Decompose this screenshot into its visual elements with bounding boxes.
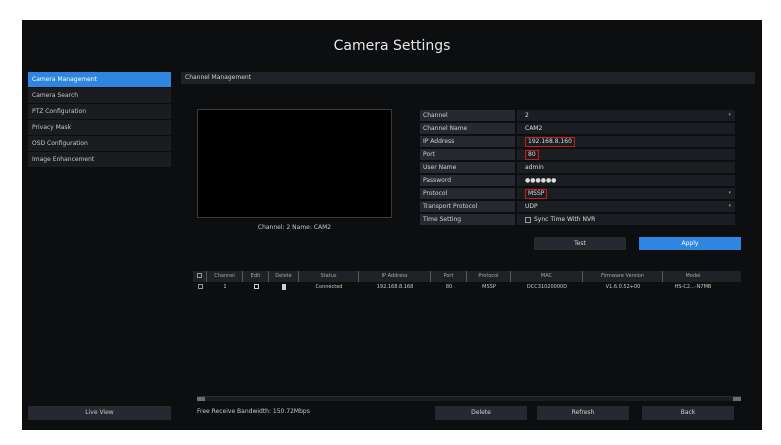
chevron-down-icon: ▾ [728, 112, 731, 118]
username-label: User Name [420, 162, 515, 173]
select-all-checkbox[interactable] [193, 271, 207, 282]
column-header-channel[interactable]: Channel [207, 271, 243, 282]
username-input[interactable]: admin [517, 162, 735, 173]
column-header-protocol[interactable]: Protocol [467, 271, 511, 282]
row-channel: 1 [223, 284, 227, 290]
refresh-button[interactable]: Refresh [537, 406, 629, 420]
column-header-firmware[interactable]: Firmware Version [583, 271, 663, 282]
form-row-protocol: Protocol MSSP ▾ [420, 188, 735, 199]
form-row-ip: IP Address 192.168.8.160 [420, 136, 735, 147]
transport-protocol-label: Transport Protocol [420, 201, 515, 212]
delete-button[interactable]: Delete [435, 406, 527, 420]
sidebar-item-image-enhancement[interactable]: Image Enhancement [28, 152, 171, 167]
row-firmware: V1.6.0.52+00 [605, 284, 641, 290]
column-header-ip-address[interactable]: IP Address [359, 271, 431, 282]
sidebar: Camera Management Camera Search PTZ Conf… [28, 72, 171, 168]
channel-settings-form: Channel 2 ▾ Channel Name CAM2 IP Address … [420, 110, 735, 227]
protocol-value: MSSP [525, 189, 548, 199]
checkbox-icon [197, 284, 203, 289]
back-button[interactable]: Back [642, 406, 734, 420]
trash-icon [282, 283, 286, 290]
row-delete-button[interactable] [269, 282, 299, 292]
row-edit-button[interactable] [243, 282, 269, 292]
channel-label: Channel [420, 110, 515, 121]
sidebar-item-camera-management[interactable]: Camera Management [28, 72, 171, 87]
form-row-transport: Transport Protocol UDP ▾ [420, 201, 735, 212]
column-header-model[interactable]: Model [663, 271, 723, 282]
channel-name-value: CAM2 [525, 125, 543, 132]
table-row[interactable]: 1 Connected 192.168.8.168 80 MSSP DCC310… [193, 282, 741, 292]
ip-address-value: 192.168.8.160 [525, 137, 575, 147]
checkbox-icon [197, 273, 202, 278]
bandwidth-status: Free Receive Bandwidth: 150.72Mbps [197, 408, 310, 415]
preview-caption: Channel: 2 Name: CAM2 [257, 224, 332, 231]
ip-address-input[interactable]: 192.168.8.160 [517, 136, 735, 147]
form-row-username: User Name admin [420, 162, 735, 173]
table-header: Channel Edit Delete Status IP Address Po… [193, 271, 741, 282]
row-mac: DCC31020000D [526, 284, 568, 290]
chevron-down-icon: ▾ [728, 203, 731, 209]
sidebar-item-camera-search[interactable]: Camera Search [28, 88, 171, 103]
port-input[interactable]: 80 [517, 149, 735, 160]
port-value: 80 [525, 150, 539, 160]
row-protocol: MSSP [482, 284, 496, 290]
form-row-channel-name: Channel Name CAM2 [420, 123, 735, 134]
camera-table: Channel Edit Delete Status IP Address Po… [193, 271, 741, 292]
time-sync-label: Sync Time With NVR [534, 216, 596, 223]
sidebar-item-osd-configuration[interactable]: OSD Configuration [28, 136, 171, 151]
protocol-label: Protocol [420, 188, 515, 199]
sidebar-item-ptz-configuration[interactable]: PTZ Configuration [28, 104, 171, 119]
form-row-time: Time Setting Sync Time With NVR [420, 214, 735, 225]
channel-name-label: Channel Name [420, 123, 515, 134]
column-header-edit[interactable]: Edit [243, 271, 269, 282]
transport-protocol-select[interactable]: UDP ▾ [517, 201, 735, 212]
scrollbar-thumb[interactable] [197, 397, 205, 401]
protocol-select[interactable]: MSSP ▾ [517, 188, 735, 199]
camera-preview [197, 109, 392, 218]
password-label: Password [420, 175, 515, 186]
transport-protocol-value: UDP [525, 203, 538, 210]
form-row-password: Password ●●●●●● [420, 175, 735, 186]
column-header-mac[interactable]: MAC [511, 271, 583, 282]
row-ip-address: 192.168.8.168 [376, 284, 414, 290]
channel-select[interactable]: 2 ▾ [517, 110, 735, 121]
scrollbar-end[interactable] [733, 397, 741, 401]
apply-button[interactable]: Apply [639, 237, 741, 250]
checkbox-icon [525, 216, 531, 223]
row-model: HS-C2...-N7MB [674, 284, 712, 290]
row-status: Connected [315, 284, 343, 290]
form-row-channel: Channel 2 ▾ [420, 110, 735, 121]
chevron-down-icon: ▾ [728, 190, 731, 196]
horizontal-scrollbar[interactable] [197, 396, 741, 401]
page-title: Camera Settings [333, 38, 451, 54]
column-header-port[interactable]: Port [431, 271, 467, 282]
column-header-delete[interactable]: Delete [269, 271, 299, 282]
password-value: ●●●●●● [525, 177, 557, 184]
channel-name-input[interactable]: CAM2 [517, 123, 735, 134]
time-sync-checkbox[interactable]: Sync Time With NVR [517, 214, 735, 225]
username-value: admin [525, 164, 544, 171]
password-input[interactable]: ●●●●●● [517, 175, 735, 186]
section-header: Channel Management [181, 72, 755, 84]
channel-value: 2 [525, 112, 529, 119]
sidebar-item-privacy-mask[interactable]: Privacy Mask [28, 120, 171, 135]
nvr-screen: Camera Settings Camera Management Camera… [22, 20, 762, 430]
edit-icon [253, 284, 259, 289]
row-checkbox[interactable] [193, 282, 207, 292]
column-header-status[interactable]: Status [299, 271, 359, 282]
test-button[interactable]: Test [534, 237, 626, 250]
row-port: 80 [445, 284, 453, 290]
live-view-button[interactable]: Live View [28, 406, 171, 420]
form-row-port: Port 80 [420, 149, 735, 160]
ip-address-label: IP Address [420, 136, 515, 147]
time-setting-label: Time Setting [420, 214, 515, 225]
port-label: Port [420, 149, 515, 160]
